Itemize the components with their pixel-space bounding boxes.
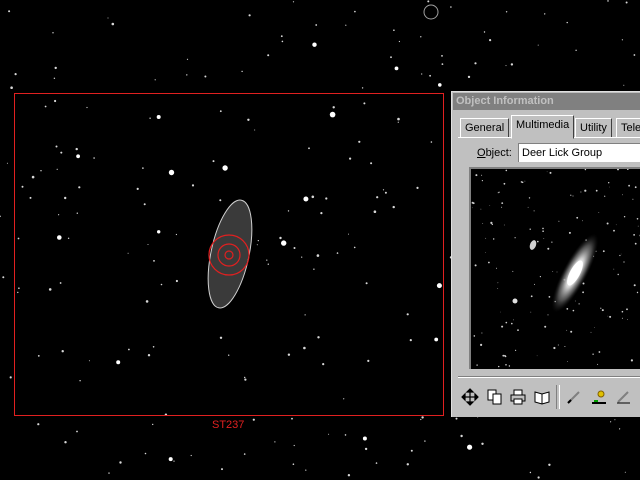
double-star-marker[interactable]: [423, 4, 439, 20]
tab-general[interactable]: General: [460, 118, 510, 138]
copy-icon[interactable]: [486, 388, 504, 406]
edit-icon[interactable]: [565, 388, 583, 406]
companion-galaxy: [529, 240, 537, 250]
galaxy-photo-image: [471, 169, 640, 368]
toolbar-divider-highlight: [458, 377, 640, 378]
book-icon[interactable]: [533, 388, 551, 406]
tab-utility[interactable]: Utility: [575, 118, 612, 138]
object-information-window[interactable]: Object Information General Multimedia Ut…: [451, 91, 640, 417]
arrow-icon[interactable]: [614, 388, 632, 406]
object-field[interactable]: Deer Lick Group: [518, 143, 640, 162]
tab-multimedia[interactable]: Multimedia: [511, 115, 575, 139]
print-icon[interactable]: [509, 388, 527, 406]
move-icon[interactable]: [461, 388, 479, 406]
filter-icon[interactable]: [590, 388, 608, 406]
galaxy-photo: [469, 167, 640, 369]
toolbar-separator: [556, 385, 560, 409]
window-title[interactable]: Object Information: [453, 93, 640, 110]
object-label: Object:: [477, 147, 512, 159]
tab-telescope[interactable]: Tele: [616, 118, 640, 138]
fov-label[interactable]: ST237: [212, 419, 244, 431]
photo-bright-star: [512, 298, 518, 304]
